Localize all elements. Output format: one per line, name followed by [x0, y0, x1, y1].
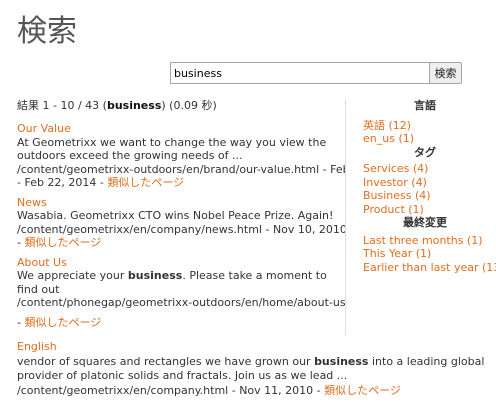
facet-item-tag[interactable]: Business (4)	[363, 189, 496, 203]
result-meta: - 類似したページ	[17, 315, 102, 329]
result-url: /content/geometrixx/en/company.html - No…	[17, 383, 401, 397]
result-item: News Wasabia. Geometrixx CTO wins Nobel …	[17, 196, 345, 250]
result-url: /content/phonegap/geometrixx-outdoors/en…	[17, 296, 345, 309]
result-title-link[interactable]: News	[17, 196, 345, 210]
result-snippet: We appreciate your business. Please take…	[17, 269, 327, 296]
result-title-link[interactable]: Our Value	[17, 122, 345, 136]
facet-heading-language: 言語	[414, 99, 436, 112]
result-meta: - 類似したページ	[17, 236, 102, 249]
result-summary: 結果 1 - 10 / 43 (business) (0.09 秒)	[17, 99, 217, 112]
similar-pages-link[interactable]: 類似したページ	[107, 176, 184, 189]
result-list: Our Value At Geometrixx we want to chang…	[17, 122, 345, 335]
result-item: English vendor of squares and rectangles…	[17, 340, 487, 398]
result-item: About Us We appreciate your business. Pl…	[17, 256, 345, 330]
result-item: Our Value At Geometrixx we want to chang…	[17, 122, 345, 190]
result-snippet: Wasabia. Geometrixx CTO wins Nobel Peace…	[17, 209, 334, 222]
facet-heading-tags: タグ	[414, 145, 436, 159]
facet-item-modified[interactable]: This Year (1)	[363, 247, 496, 261]
facet-item-modified[interactable]: Last three months (1)	[363, 234, 496, 248]
result-title-link[interactable]: About Us	[17, 256, 345, 270]
summary-term: business	[106, 99, 162, 112]
facet-item-tag[interactable]: Investor (4)	[363, 176, 496, 190]
column-divider	[345, 99, 346, 335]
facet-item-language[interactable]: 英語 (12)	[363, 119, 496, 133]
result-snippet: At Geometrixx we want to change the way …	[17, 135, 327, 163]
result-snippet: vendor of squares and rectangles we have…	[17, 354, 485, 383]
facet-item-language[interactable]: en_us (1)	[363, 132, 496, 146]
search-input[interactable]	[170, 62, 430, 84]
facet-item-modified[interactable]: Earlier than last year (13)	[363, 261, 496, 275]
similar-pages-link[interactable]: 類似したページ	[324, 384, 401, 397]
facet-item-tag[interactable]: Product (1)	[363, 203, 496, 217]
result-title-link[interactable]: English	[17, 340, 487, 355]
result-meta: - Feb 22, 2014 - 類似したページ	[17, 176, 185, 189]
facet-item-tag[interactable]: Services (4)	[363, 162, 496, 176]
similar-pages-link[interactable]: 類似したページ	[24, 316, 101, 329]
facet-heading-modified: 最終変更	[403, 216, 447, 229]
facet-panel: 言語 英語 (12) en_us (1) タグ Services (4) Inv…	[363, 99, 496, 274]
search-button[interactable]: 検索	[429, 62, 462, 84]
page-title: 検索	[17, 14, 77, 49]
similar-pages-link[interactable]: 類似したページ	[24, 236, 101, 249]
result-url: /content/geometrixx-outdoors/en/brand/ou…	[17, 162, 345, 176]
result-url: /content/geometrixx/en/company/news.html…	[17, 222, 345, 236]
